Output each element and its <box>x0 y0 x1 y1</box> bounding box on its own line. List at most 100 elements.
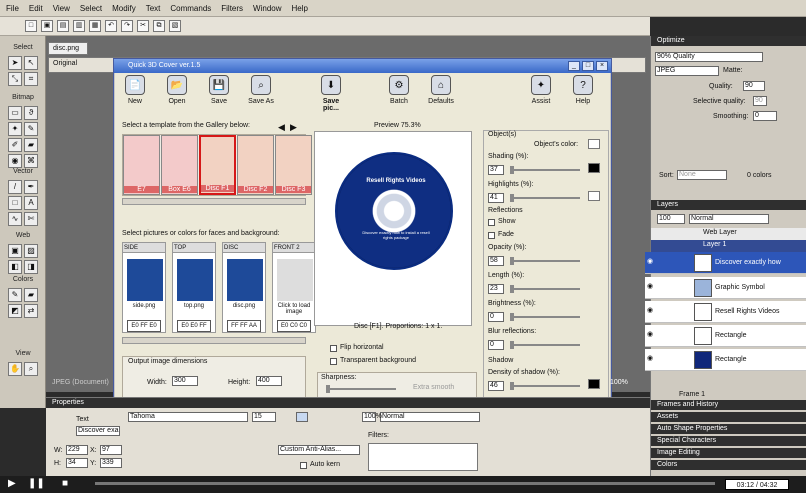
hand-tool-icon[interactable]: ✋ <box>8 362 22 376</box>
opacity-field[interactable]: 100% <box>362 412 382 422</box>
brightness-slider[interactable] <box>510 313 580 321</box>
hotspot-icon[interactable]: ▣ <box>8 244 22 258</box>
template-box-e6[interactable]: Box E6 <box>161 135 198 195</box>
frames-history-header[interactable]: Frames and History <box>651 400 806 410</box>
highlights-field[interactable]: 41 <box>488 193 504 203</box>
wand-icon[interactable]: ✦ <box>8 122 22 136</box>
import-icon[interactable]: ▥ <box>73 20 85 32</box>
anti-alias-select[interactable]: Custom Anti-Alias... <box>278 445 360 455</box>
font-select[interactable]: Tahoma <box>128 412 248 422</box>
menu-text[interactable]: Text <box>146 4 161 13</box>
h-field[interactable]: 34 <box>66 458 88 468</box>
font-size-field[interactable]: 15 <box>252 412 276 422</box>
layer-opacity-field[interactable]: 100 <box>657 214 685 224</box>
save-button[interactable]: 💾 Save <box>202 75 236 113</box>
redo-icon[interactable]: ↷ <box>121 20 133 32</box>
template-disc-f3[interactable]: Disc F3 <box>275 135 312 195</box>
save-as-button[interactable]: ⌕ Save As <box>244 75 278 113</box>
stop-icon[interactable]: ■ <box>62 478 68 489</box>
open-button[interactable]: 📂 Open <box>160 75 194 113</box>
freeform-icon[interactable]: ∿ <box>8 212 22 226</box>
menu-file[interactable]: File <box>6 4 19 13</box>
close-icon[interactable]: × <box>596 61 608 71</box>
web-layer-row[interactable]: Web Layer <box>651 228 806 240</box>
save-icon[interactable]: ▤ <box>57 20 69 32</box>
face-top[interactable]: TOP top.png E0 E0 FF <box>172 242 216 333</box>
menu-edit[interactable]: Edit <box>29 4 43 13</box>
pause-icon[interactable]: ❚❚ <box>28 478 45 489</box>
face-front-2[interactable]: FRONT 2 Click to load image E0 C0 C0 <box>272 242 316 333</box>
maximize-icon[interactable]: □ <box>582 61 594 71</box>
smoothing-field[interactable]: 0 <box>753 111 777 121</box>
fill-color-icon[interactable]: ▰ <box>24 288 38 302</box>
template-disc-f2[interactable]: Disc F2 <box>237 135 274 195</box>
shading-color-swatch[interactable] <box>588 163 600 173</box>
original-view-tab[interactable]: Original <box>53 60 77 67</box>
layer-blend-select[interactable]: Normal <box>689 214 769 224</box>
pointer-tool-icon[interactable]: ➤ <box>8 56 22 70</box>
layer-rectangle-1[interactable]: ◉ Rectangle <box>645 325 806 347</box>
object-name-field[interactable]: Discover exa <box>76 426 120 436</box>
playback-progress[interactable] <box>95 482 715 485</box>
filters-list[interactable] <box>368 443 478 471</box>
stroke-color-icon[interactable]: ✎ <box>8 288 22 302</box>
show-reflection-checkbox[interactable] <box>488 219 495 226</box>
visibility-eye-icon[interactable]: ◉ <box>647 330 659 342</box>
lasso-icon[interactable]: ϑ <box>24 106 38 120</box>
pencil-icon[interactable]: ✐ <box>8 138 22 152</box>
menu-view[interactable]: View <box>53 4 70 13</box>
properties-header[interactable]: Properties <box>46 398 650 408</box>
height-field[interactable]: 400 <box>256 376 282 386</box>
rectangle-icon[interactable]: □ <box>8 196 22 210</box>
swap-colors-icon[interactable]: ⇄ <box>24 304 38 318</box>
menu-window[interactable]: Window <box>253 4 281 13</box>
new-button[interactable]: 📄 New <box>118 75 152 113</box>
blur-field[interactable]: 0 <box>488 340 504 350</box>
menu-help[interactable]: Help <box>292 4 308 13</box>
length-field[interactable]: 23 <box>488 284 504 294</box>
format-select[interactable]: JPEG <box>655 66 719 76</box>
shading-slider[interactable] <box>510 166 580 174</box>
pen-icon[interactable]: ✒ <box>24 180 38 194</box>
layers-header[interactable]: Layers <box>651 200 806 210</box>
save-pic-button[interactable]: ⬇ Save pic... <box>314 75 348 113</box>
layer-1-row[interactable]: Layer 1 <box>651 240 806 252</box>
opacity-field[interactable]: 58 <box>488 256 504 266</box>
scale-tool-icon[interactable]: ⤡ <box>8 72 22 86</box>
subselect-tool-icon[interactable]: ↖ <box>24 56 38 70</box>
colors-header[interactable]: Colors <box>651 460 806 470</box>
shadow-color-swatch[interactable] <box>588 379 600 389</box>
width-field[interactable]: 300 <box>172 376 198 386</box>
show-slices-icon[interactable]: ◨ <box>24 260 38 274</box>
stamp-icon[interactable]: ⌘ <box>24 154 38 168</box>
selective-quality-field[interactable]: 90 <box>753 96 767 106</box>
visibility-eye-icon[interactable]: ◉ <box>647 282 659 294</box>
brush-icon[interactable]: ✎ <box>24 122 38 136</box>
new-icon[interactable]: □ <box>25 20 37 32</box>
menu-select[interactable]: Select <box>80 4 102 13</box>
menu-filters[interactable]: Filters <box>221 4 243 13</box>
help-button[interactable]: ? Help <box>566 75 600 113</box>
gallery-scrollbar[interactable] <box>122 198 306 205</box>
sharpness-slider[interactable] <box>326 385 396 393</box>
shading-field[interactable]: 37 <box>488 165 504 175</box>
quality-preset-select[interactable]: 90% Quality <box>655 52 763 62</box>
gallery-prev-icon[interactable]: ◀ <box>278 122 285 133</box>
blur-slider[interactable] <box>510 341 580 349</box>
assist-button[interactable]: ✦ Assist <box>524 75 558 113</box>
zoom-tool-icon[interactable]: ⌕ <box>24 362 38 376</box>
object-color-swatch[interactable] <box>588 139 600 149</box>
print-icon[interactable]: ▦ <box>89 20 101 32</box>
copy-icon[interactable]: ⧉ <box>153 20 165 32</box>
optimize-header[interactable]: Optimize <box>651 36 806 46</box>
assets-header[interactable]: Assets <box>651 412 806 422</box>
knife-icon[interactable]: ✄ <box>24 212 38 226</box>
opacity-slider[interactable] <box>510 257 580 265</box>
sort-select[interactable]: None <box>677 170 727 180</box>
layer-resell-rights-videos[interactable]: ◉ Resell Rights Videos <box>645 301 806 323</box>
defaults-button[interactable]: ⌂ Defaults <box>424 75 458 113</box>
layer-discover-text[interactable]: ◉ Discover exactly how <box>645 252 806 274</box>
cut-icon[interactable]: ✂ <box>137 20 149 32</box>
hide-slices-icon[interactable]: ◧ <box>8 260 22 274</box>
shadow-density-field[interactable]: 46 <box>488 381 504 391</box>
